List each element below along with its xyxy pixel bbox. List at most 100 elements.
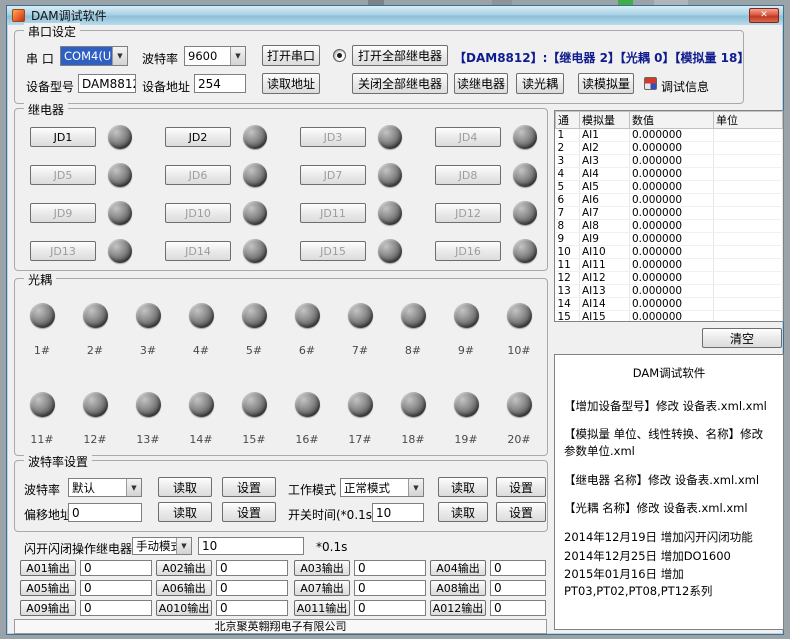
open-all-relays-button[interactable]: 打开全部继电器 xyxy=(352,45,448,66)
ao-output-input-7[interactable]: 0 xyxy=(354,580,426,596)
serial-port-combo[interactable]: COM4(U) ▼ xyxy=(60,46,128,66)
read-address-button[interactable]: 读取地址 xyxy=(262,73,320,94)
cell-unit xyxy=(714,129,783,142)
close-button[interactable]: ✕ xyxy=(749,8,779,23)
baud-setting-combo[interactable]: 默认 ▼ xyxy=(68,478,142,497)
relay-button-jd6[interactable]: JD6 xyxy=(165,165,231,185)
ao-output-input-10[interactable]: 0 xyxy=(216,600,288,616)
ao-output-input-11[interactable]: 0 xyxy=(354,600,426,616)
relay-button-jd2[interactable]: JD2 xyxy=(165,127,231,147)
serial-port-value: COM4(U) xyxy=(61,47,112,65)
table-row[interactable]: 10AI100.000000 xyxy=(556,246,783,259)
ao-output-input-2[interactable]: 0 xyxy=(216,560,288,576)
work-mode-set-button[interactable]: 设置 xyxy=(496,477,546,497)
baud-set-button[interactable]: 设置 xyxy=(222,477,276,497)
switch-time-input[interactable]: 10 xyxy=(372,503,424,522)
ao-output-input-9[interactable]: 0 xyxy=(80,600,152,616)
cell-name: AI10 xyxy=(580,246,630,259)
info-line: 【增加设备型号】修改 设备表.xml.xml xyxy=(564,398,774,415)
info-line: 【光耦 名称】修改 设备表.xml.xml xyxy=(564,500,774,517)
relay-button-jd15[interactable]: JD15 xyxy=(300,241,366,261)
table-row[interactable]: 1AI10.000000 xyxy=(556,129,783,142)
relay-button-jd16[interactable]: JD16 xyxy=(435,241,501,261)
baud-read-button[interactable]: 读取 xyxy=(158,477,212,497)
relay-button-jd13[interactable]: JD13 xyxy=(30,241,96,261)
cell-ch: 5 xyxy=(556,181,580,194)
table-row[interactable]: 8AI80.000000 xyxy=(556,220,783,233)
relay-button-jd12[interactable]: JD12 xyxy=(435,203,501,223)
table-row[interactable]: 7AI70.000000 xyxy=(556,207,783,220)
table-row[interactable]: 4AI40.000000 xyxy=(556,168,783,181)
relay-button-jd10[interactable]: JD10 xyxy=(165,203,231,223)
titlebar[interactable]: DAM调试软件 ✕ xyxy=(7,6,783,25)
ao-output-button-9[interactable]: A09输出 xyxy=(20,600,76,616)
ao-output-input-5[interactable]: 0 xyxy=(80,580,152,596)
relay-button-jd4[interactable]: JD4 xyxy=(435,127,501,147)
read-analog-button[interactable]: 读模拟量 xyxy=(578,73,634,94)
offset-read-button[interactable]: 读取 xyxy=(158,502,212,522)
ao-output-input-8[interactable]: 0 xyxy=(490,580,546,596)
relay-button-jd14[interactable]: JD14 xyxy=(165,241,231,261)
status-bar: 北京聚英翱翔电子有限公司 xyxy=(14,619,547,634)
offset-address-input[interactable]: 0 xyxy=(68,503,142,522)
table-row[interactable]: 3AI30.000000 xyxy=(556,155,783,168)
ao-output-button-1[interactable]: A01输出 xyxy=(20,560,76,576)
ao-output-button-3[interactable]: A03输出 xyxy=(294,560,350,576)
ao-output-button-10[interactable]: A010输出 xyxy=(156,600,212,616)
cell-ch: 3 xyxy=(556,155,580,168)
flash-time-input[interactable]: 10 xyxy=(198,537,304,555)
table-row[interactable]: 15AI150.000000 xyxy=(556,311,783,323)
relay-indicator-10 xyxy=(243,201,267,225)
baud-rate-combo[interactable]: 9600 ▼ xyxy=(184,46,246,66)
switch-read-button[interactable]: 读取 xyxy=(438,502,488,522)
cell-unit xyxy=(714,298,783,311)
flash-unit-label: *0.1s xyxy=(316,540,347,554)
ao-output-input-12[interactable]: 0 xyxy=(490,600,546,616)
relay-button-jd7[interactable]: JD7 xyxy=(300,165,366,185)
port-status-radio[interactable] xyxy=(333,49,346,62)
table-row[interactable]: 5AI50.000000 xyxy=(556,181,783,194)
table-row[interactable]: 12AI120.000000 xyxy=(556,272,783,285)
relay-button-jd9[interactable]: JD9 xyxy=(30,203,96,223)
relay-button-jd3[interactable]: JD3 xyxy=(300,127,366,147)
switch-set-button[interactable]: 设置 xyxy=(496,502,546,522)
flash-mode-combo[interactable]: 手动模式 ▼ xyxy=(132,537,192,555)
debug-info-icon[interactable] xyxy=(644,77,657,90)
cell-name: AI11 xyxy=(580,259,630,272)
relay-button-jd5[interactable]: JD5 xyxy=(30,165,96,185)
relay-indicator-2 xyxy=(243,125,267,149)
read-opto-button[interactable]: 读光耦 xyxy=(516,73,564,94)
opto-indicator-3 xyxy=(136,303,161,328)
table-row[interactable]: 11AI110.000000 xyxy=(556,259,783,272)
ao-output-input-6[interactable]: 0 xyxy=(216,580,288,596)
table-row[interactable]: 2AI20.000000 xyxy=(556,142,783,155)
device-model-input[interactable]: DAM8812 xyxy=(78,74,136,93)
ao-output-button-11[interactable]: A011输出 xyxy=(294,600,350,616)
device-address-label: 设备地址 xyxy=(142,78,190,95)
ao-output-button-12[interactable]: A012输出 xyxy=(430,600,486,616)
ao-output-button-6[interactable]: A06输出 xyxy=(156,580,212,596)
ao-output-button-5[interactable]: A05输出 xyxy=(20,580,76,596)
relay-button-jd8[interactable]: JD8 xyxy=(435,165,501,185)
ao-output-input-4[interactable]: 0 xyxy=(490,560,546,576)
table-row[interactable]: 6AI60.000000 xyxy=(556,194,783,207)
table-row[interactable]: 13AI130.000000 xyxy=(556,285,783,298)
relay-button-jd1[interactable]: JD1 xyxy=(30,127,96,147)
open-port-button[interactable]: 打开串口 xyxy=(262,45,320,66)
ao-output-button-7[interactable]: A07输出 xyxy=(294,580,350,596)
relay-button-jd11[interactable]: JD11 xyxy=(300,203,366,223)
work-mode-read-button[interactable]: 读取 xyxy=(438,477,488,497)
clear-button[interactable]: 清空 xyxy=(702,328,782,348)
ao-output-button-4[interactable]: A04输出 xyxy=(430,560,486,576)
ao-output-input-1[interactable]: 0 xyxy=(80,560,152,576)
read-relay-button[interactable]: 读继电器 xyxy=(454,73,508,94)
ao-output-input-3[interactable]: 0 xyxy=(354,560,426,576)
ao-output-button-2[interactable]: A02输出 xyxy=(156,560,212,576)
offset-set-button[interactable]: 设置 xyxy=(222,502,276,522)
ao-output-button-8[interactable]: A08输出 xyxy=(430,580,486,596)
table-row[interactable]: 9AI90.000000 xyxy=(556,233,783,246)
close-all-relays-button[interactable]: 关闭全部继电器 xyxy=(352,73,448,94)
device-address-input[interactable]: 254 xyxy=(194,74,246,93)
table-row[interactable]: 14AI140.000000 xyxy=(556,298,783,311)
work-mode-combo[interactable]: 正常模式 ▼ xyxy=(340,478,424,497)
